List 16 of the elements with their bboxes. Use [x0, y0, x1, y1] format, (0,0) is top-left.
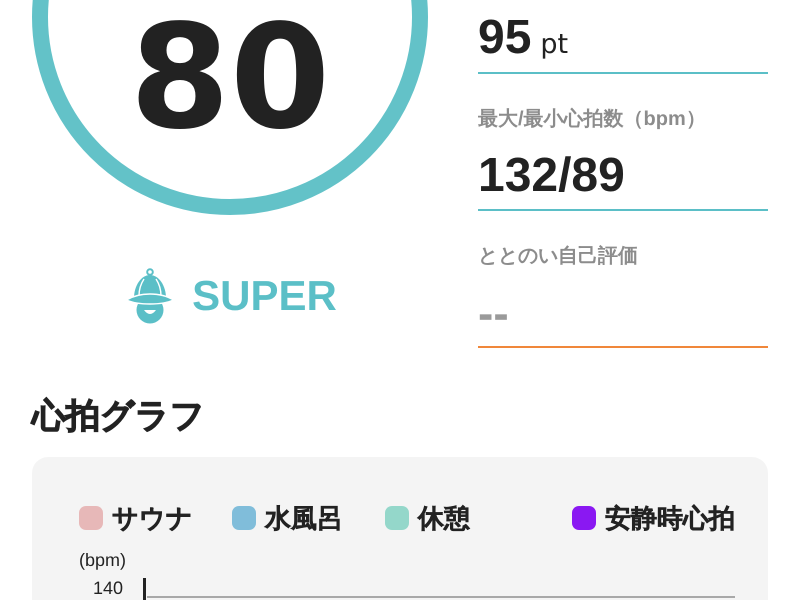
section-title: 心拍グラフ [32, 396, 206, 436]
metric-value: 95 [478, 12, 532, 64]
legend-label: 水風呂 [265, 505, 343, 531]
legend-label: 休憩 [418, 505, 470, 531]
axis-unit-label: (bpm) [79, 549, 126, 571]
self-rating-field[interactable]: -- [478, 287, 768, 348]
metric-label: ととのい自己評価 [478, 244, 639, 268]
legend-label: 安静時心拍 [605, 505, 735, 531]
metric-label: 最大/最小心拍数（bpm） [478, 107, 707, 131]
y-axis-line [143, 578, 146, 600]
axis-tick-label: 140 [92, 578, 123, 596]
rank-label: SUPER [192, 275, 337, 317]
metric-unit: pt [540, 28, 568, 62]
score-value: 80 [130, 5, 330, 149]
metric-value: 132/89 [478, 150, 625, 202]
legend-label: サウナ [112, 505, 193, 531]
